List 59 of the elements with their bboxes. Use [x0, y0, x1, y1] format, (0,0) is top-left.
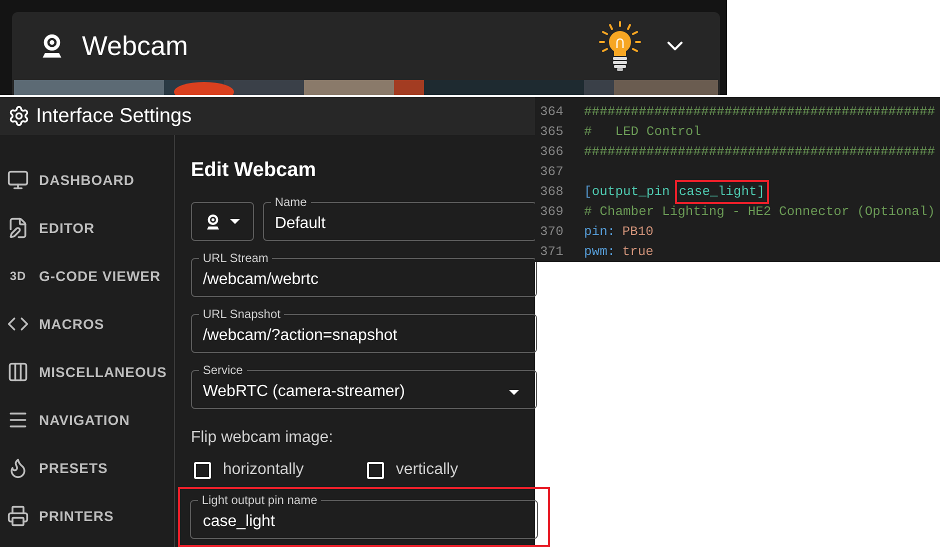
field-label: URL Snapshot: [202, 307, 282, 321]
icon-select[interactable]: [190, 202, 254, 241]
monitor-icon: [7, 169, 29, 191]
line-number: 367: [540, 163, 564, 182]
settings-icon: [8, 105, 30, 127]
sidebar-item[interactable]: PRINTERS: [0, 492, 174, 540]
field-value: WebRTC (camera-streamer): [202, 382, 406, 402]
caret-icon: [230, 219, 240, 224]
checkbox[interactable]: [366, 462, 384, 478]
field-label: Name: [274, 195, 308, 209]
code-token: pwm:: [584, 243, 616, 262]
line-number: 369: [540, 203, 564, 222]
code-token: # Chamber Lighting - HE2 Connector (Optional): [584, 203, 936, 222]
badge-icon: 3D: [7, 267, 29, 285]
sidebar-item[interactable]: MISCELLANEOUS: [0, 348, 174, 396]
columns-icon: [7, 361, 29, 383]
line-number: 366: [540, 143, 564, 162]
panel-title: Interface Settings: [36, 104, 192, 129]
sidebar-item[interactable]: NAVIGATION: [0, 396, 174, 444]
text-field[interactable]: Light output pin name case_light: [190, 493, 538, 539]
checkbox-option[interactable]: vertically: [364, 460, 537, 480]
field-label: Light output pin name: [200, 493, 318, 507]
code-token: #############################################: [584, 143, 936, 162]
code-token: #############################################: [584, 103, 936, 122]
text-field[interactable]: Service WebRTC (camera-streamer): [190, 363, 537, 409]
checkbox-option[interactable]: horizontally: [190, 460, 364, 480]
flip-label: Flip webcam image:: [190, 428, 334, 446]
field-value: case_light: [202, 512, 275, 532]
field-value: /webcam/?action=snapshot: [202, 326, 398, 346]
line-number: 368: [540, 183, 564, 202]
text-field[interactable]: URL Snapshot /webcam/?action=snapshot: [190, 307, 537, 353]
code-token: PB10: [622, 223, 654, 242]
line-number: 365: [540, 123, 564, 142]
sidebar-item[interactable]: EDITOR: [0, 204, 174, 252]
sidebar-item[interactable]: 3D G-CODE VIEWER: [0, 252, 174, 300]
sidebar-item[interactable]: DASHBOARD: [0, 156, 174, 204]
checkbox[interactable]: [194, 462, 211, 478]
field-value: /webcam/webrtc: [202, 270, 320, 290]
code-token: output_pin: [592, 183, 670, 202]
printer-icon: [7, 505, 29, 527]
text-field[interactable]: URL Stream /webcam/webrtc: [190, 251, 537, 297]
code-token: pin:: [584, 223, 616, 242]
document-pen-icon: [7, 217, 29, 239]
sidebar-item[interactable]: PRESETS: [0, 444, 174, 492]
field-value: Default: [274, 214, 326, 234]
sidebar-item[interactable]: MACROS: [0, 300, 174, 348]
line-number: 364: [540, 103, 564, 122]
code-token: # LED Control: [584, 123, 702, 142]
code-token: true: [622, 243, 654, 262]
field-label: Service: [202, 363, 244, 377]
caret-icon: [508, 390, 519, 394]
light-bulb-icon[interactable]: [598, 20, 642, 72]
line-number: 371: [540, 243, 564, 262]
card-title: Webcam: [82, 30, 188, 63]
code-token: [: [584, 183, 592, 202]
highlighted-code-token: case_light]: [676, 182, 767, 202]
field-label: URL Stream: [202, 251, 270, 265]
form-title: Edit Webcam: [190, 158, 318, 183]
line-number: 370: [540, 223, 564, 242]
